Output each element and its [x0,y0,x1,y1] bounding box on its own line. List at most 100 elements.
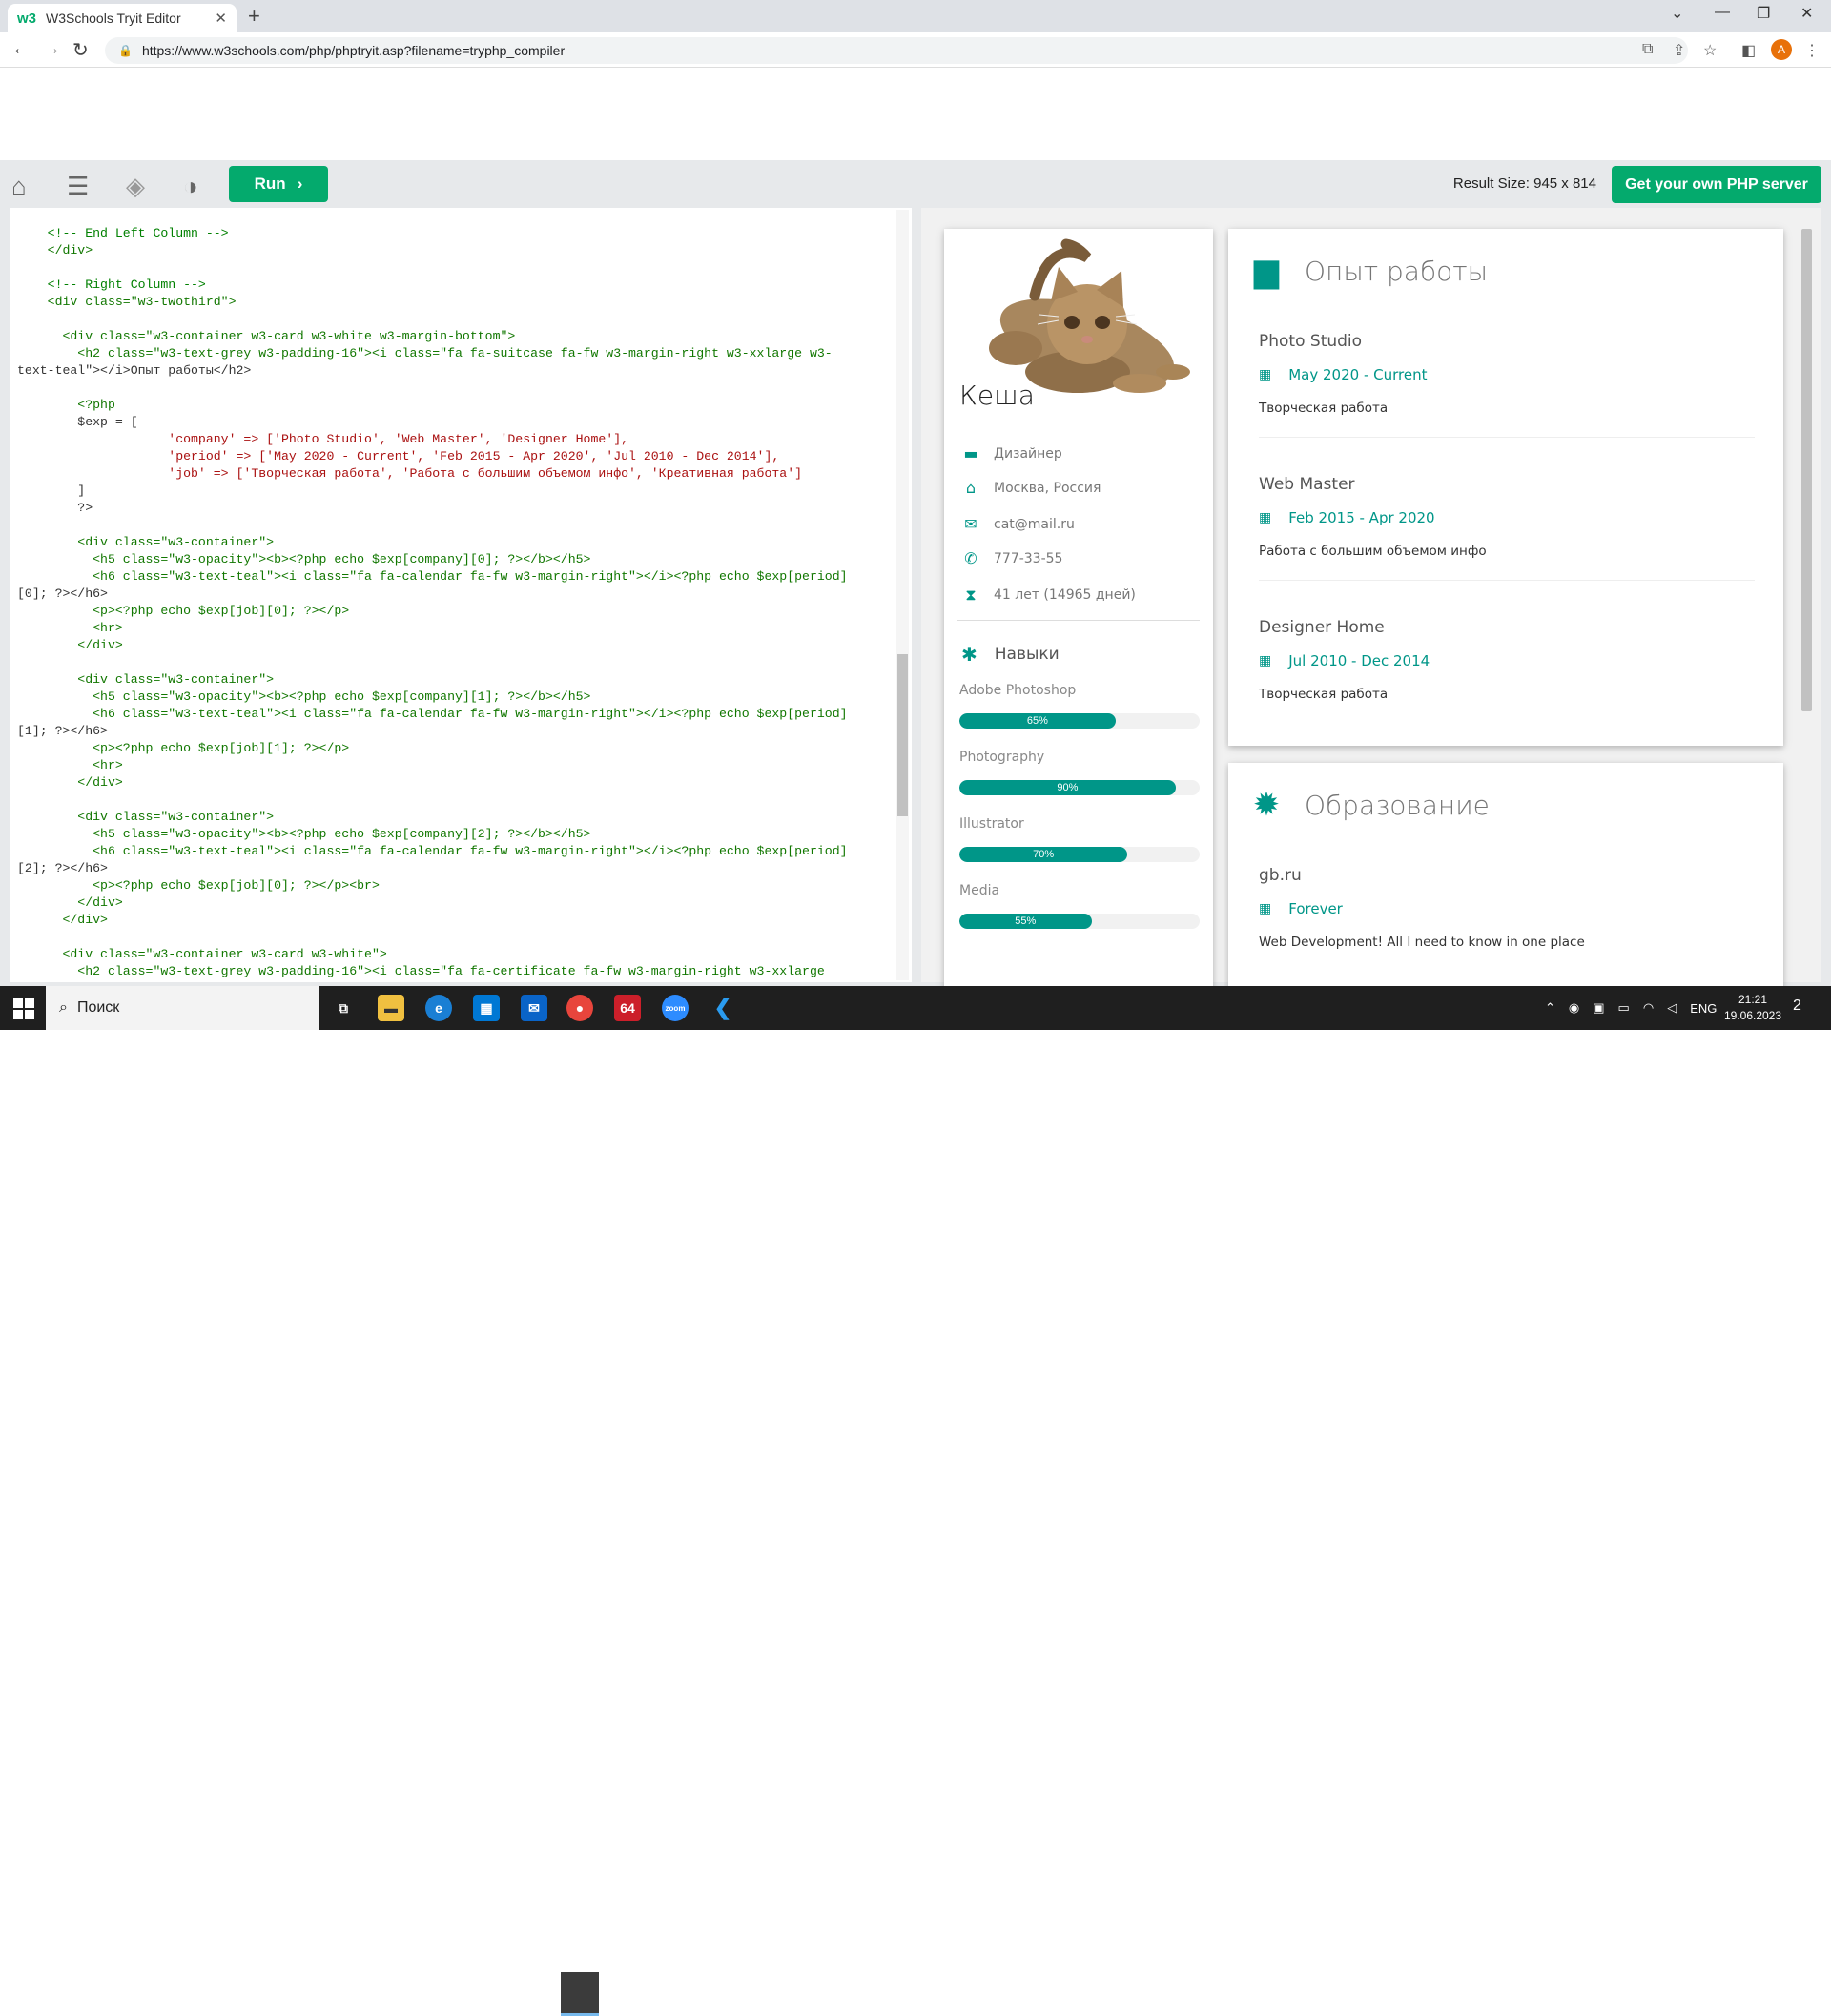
code-line: [2]; ?></h6> [17,861,108,875]
translate-icon[interactable]: ⧉ [1642,41,1653,58]
wifi-icon[interactable]: ◠ [1643,1000,1654,1016]
back-arrow-icon[interactable]: ← [11,38,31,60]
new-tab-button[interactable]: + [248,4,260,29]
code-line: <div class="w3-container"> [17,672,275,687]
briefcase-icon: ▬ [963,444,978,463]
skill-progress-fill: 65% [959,713,1116,729]
home-icon[interactable]: ⌂ [11,172,27,201]
profile-info-row: ✆ 777-33-55 [961,549,1062,567]
taskbar-search-box[interactable]: ⌕ Поиск [46,986,319,1030]
task-view-icon[interactable]: ⧉ [330,995,357,1021]
tab-search-icon[interactable]: ⌄ [1671,4,1683,23]
edge-icon[interactable]: e [425,995,452,1021]
code-line: 'period' => ['May 2020 - Current', 'Feb … [17,449,780,463]
forward-arrow-icon[interactable]: → [42,38,61,60]
address-bar[interactable]: 🔒 https://www.w3schools.com/php/phptryit… [105,37,1688,64]
code-line: [1]; ?></h6> [17,724,108,738]
entry-period-text: Feb 2015 - Apr 2020 [1288,509,1435,526]
skill-progress-fill: 90% [959,780,1176,795]
profile-card: Кеша ▬ Дизайнер ⌂ Москва, Россия ✉ cat@mail.r… [944,229,1213,992]
entry-title: Designer Home [1259,618,1385,637]
education-card: ✹ Образование gb.ru ▦ Forever Web Developme… [1228,763,1783,992]
profile-name: Кеша [959,380,1035,411]
volume-icon[interactable]: ◁ [1667,1000,1677,1016]
calendar-icon: ▦ [1259,653,1272,669]
entry-item: Photo Studio ▦ May 2020 - Current Творческа… [1259,332,1755,438]
experience-card: ▆ Опыт работы Photo Studio ▦ May 2020 - Cu… [1228,229,1783,746]
close-tab-icon[interactable]: ✕ [215,10,227,27]
entry-period: ▦ Feb 2015 - Apr 2020 [1259,509,1755,526]
taskbar-clock[interactable]: 21:21 19.06.2023 [1722,992,1783,1024]
code-line: </div> [17,913,108,927]
editor-scrollbar-thumb[interactable] [897,654,908,816]
language-indicator[interactable]: ENG [1690,1001,1717,1016]
zoom-icon[interactable]: zoom [662,995,689,1021]
close-window-button[interactable]: ✕ [1800,4,1813,23]
calendar-icon: ▦ [1259,367,1272,382]
share-icon[interactable]: ⇪ [1673,41,1685,60]
clock-time: 21:21 [1738,993,1768,1006]
result-scrollbar-thumb[interactable] [1801,229,1812,711]
chevron-up-icon[interactable]: ⌃ [1545,1000,1555,1016]
chrome-icon[interactable]: ● [566,995,593,1021]
display-icon[interactable]: ▣ [1593,1000,1604,1016]
chrome-taskbar-active[interactable] [561,1972,599,2016]
profile-avatar[interactable]: A [1771,39,1792,60]
code-line: [0]; ?></h6> [17,586,108,601]
maximize-button[interactable]: ❐ [1757,4,1770,23]
menu-dots-icon[interactable]: ⋮ [1804,41,1820,60]
skill-name: Media [959,883,1000,898]
reload-icon[interactable]: ↻ [72,38,89,62]
code-line: <h6 class="w3-text-teal"><i class="fa fa… [17,707,848,721]
entry-title: Web Master [1259,475,1355,494]
system-tray: ⌃ ◉ ▣ ▭ ◠ ◁ ENG [1545,986,1717,1030]
calendar-icon: ▦ [1259,901,1272,916]
skill-progress-bar: 55% [959,914,1200,929]
code-line: <div class="w3-twothird"> [17,295,237,309]
get-php-server-button[interactable]: Get your own PHP server [1612,166,1821,203]
entry-description: Творческая работа [1259,687,1389,702]
envelope-icon: ✉ [964,515,977,533]
minimize-button[interactable]: — [1715,4,1730,21]
profile-info-row: ✉ cat@mail.ru [961,515,1075,533]
entry-description: Творческая работа [1259,401,1389,416]
rotate-layout-icon[interactable]: ◈ [126,172,145,201]
battery-icon[interactable]: ▭ [1618,1000,1630,1016]
aida64-icon[interactable]: 64 [614,995,641,1021]
entry-period-text: Forever [1288,900,1343,917]
editor-scrollbar[interactable] [896,210,909,980]
side-panel-icon[interactable]: ◧ [1741,41,1756,60]
code-line: <p><?php echo $exp[job][1]; ?></p> [17,741,350,755]
skill-progress-fill: 70% [959,847,1128,862]
hamburger-menu-icon[interactable]: ☰ [67,172,89,201]
mail-icon[interactable]: ✉ [521,995,547,1021]
entry-description: Работа с большим объемом инфо [1259,544,1487,559]
contrast-icon[interactable]: ◑ [183,172,198,201]
url-text: https://www.w3schools.com/php/phptryit.a… [141,43,566,58]
run-button[interactable]: Run › [229,166,328,202]
windows-start-icon[interactable] [13,998,34,1019]
browser-tab[interactable]: w3 W3Schools Tryit Editor ✕ [8,4,237,32]
chevron-right-icon: › [297,175,303,193]
bookmark-star-icon[interactable]: ☆ [1703,41,1717,60]
asterisk-icon: ✱ [961,643,977,666]
file-explorer-icon[interactable]: ▬ [378,995,404,1021]
code-line: <h5 class="w3-opacity"><b><?php echo $ex… [17,552,591,566]
code-line: <hr> [17,758,123,772]
search-icon: ⌕ [59,999,68,1016]
skill-name: Photography [959,750,1045,765]
code-line: <p><?php echo $exp[job][0]; ?></p><br> [17,878,380,893]
lock-icon[interactable]: 🔒 [118,44,133,57]
webcam-icon[interactable]: ◉ [1569,1000,1579,1016]
store-icon[interactable]: ▦ [473,995,500,1021]
vscode-icon[interactable]: ❮ [710,995,736,1021]
code-editor[interactable]: <!-- End Left Column --> </div> <!-- Rig… [10,208,912,982]
notification-center-icon[interactable]: 2 [1793,998,1801,1015]
hourglass-icon: ⧗ [965,586,977,604]
code-line: <div class="w3-container w3-card w3-whit… [17,329,516,343]
skill-progress-bar: 65% [959,713,1200,729]
entry-period: ▦ Jul 2010 - Dec 2014 [1259,652,1755,669]
entry-item: Web Master ▦ Feb 2015 - Apr 2020 Работа с б… [1259,475,1755,581]
